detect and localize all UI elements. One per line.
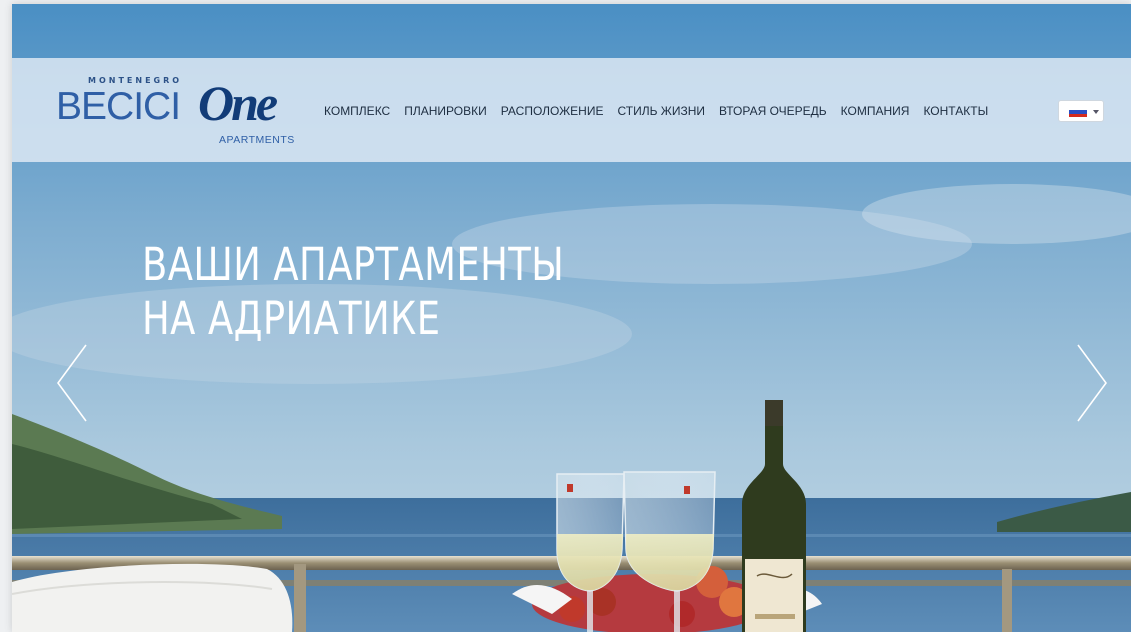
logo-main-text: BECICI — [56, 85, 181, 128]
slider-prev-button[interactable] — [54, 343, 90, 423]
language-selector[interactable] — [1058, 100, 1104, 122]
nav-item-complex[interactable]: КОМПЛЕКС — [324, 104, 390, 118]
chevron-right-icon — [1077, 344, 1107, 422]
hero-headline: ВАШИ АПАРТАМЕНТЫ НА АДРИАТИКЕ — [142, 238, 564, 346]
logo-sub-text: APARTMENTS — [219, 134, 295, 146]
nav-item-lifestyle[interactable]: СТИЛЬ ЖИЗНИ — [617, 104, 705, 118]
nav-item-second-phase[interactable]: ВТОРАЯ ОЧЕРЕДЬ — [719, 104, 827, 118]
logo-top-text: MONTENEGRO — [88, 76, 183, 85]
hero-headline-line-1: ВАШИ АПАРТАМЕНТЫ — [142, 238, 565, 291]
nav-item-layouts[interactable]: ПЛАНИРОВКИ — [404, 104, 487, 118]
russia-flag-icon — [1069, 107, 1087, 117]
nav-item-contacts[interactable]: КОНТАКТЫ — [923, 104, 988, 118]
main-menu: КОМПЛЕКС ПЛАНИРОВКИ РАСПОЛОЖЕНИЕ СТИЛЬ Ж… — [324, 104, 988, 118]
logo-script-text: One — [198, 75, 278, 131]
header-navbar: MONTENEGRO BECICI One APARTMENTS КОМПЛЕК… — [12, 58, 1131, 162]
nav-item-location[interactable]: РАСПОЛОЖЕНИЕ — [501, 104, 604, 118]
hero-headline-line-2: НА АДРИАТИКЕ — [142, 292, 441, 345]
nav-item-company[interactable]: КОМПАНИЯ — [841, 104, 910, 118]
chevron-left-icon — [57, 344, 87, 422]
slider-next-button[interactable] — [1074, 343, 1110, 423]
brand-logo[interactable]: MONTENEGRO BECICI One APARTMENTS — [56, 74, 316, 154]
page: MONTENEGRO BECICI One APARTMENTS КОМПЛЕК… — [12, 4, 1131, 632]
chevron-down-icon — [1093, 110, 1099, 114]
